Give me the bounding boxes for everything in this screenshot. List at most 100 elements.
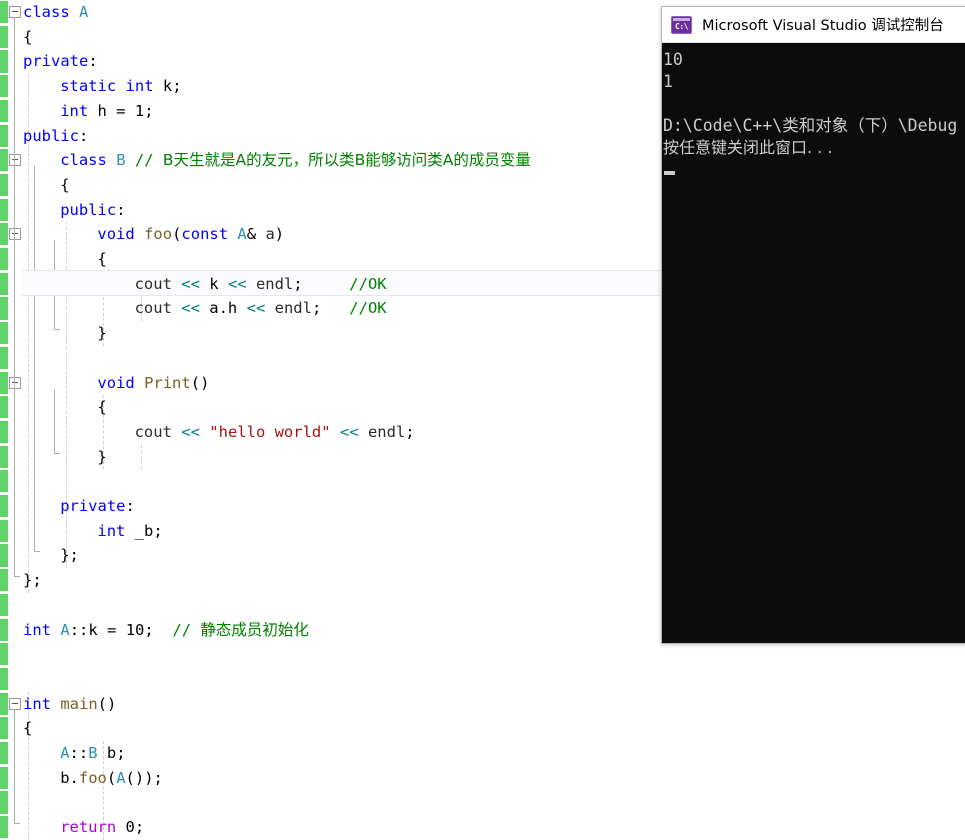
code-line[interactable]: }; xyxy=(23,568,42,593)
code-line[interactable]: void foo(const A& a) xyxy=(97,222,284,247)
code-token-pl: ) xyxy=(274,225,285,244)
code-line[interactable]: int _b; xyxy=(97,519,162,544)
console-title-bar[interactable]: C:\ Microsoft Visual Studio 调试控制台 xyxy=(662,7,965,43)
code-token-pl: () xyxy=(190,373,210,392)
code-line[interactable]: static int k; xyxy=(60,74,181,99)
code-token-pl: ; xyxy=(134,818,145,837)
code-line[interactable]: int h = 1; xyxy=(60,99,153,124)
code-token-fn: main xyxy=(60,694,98,713)
code-token-kw: public xyxy=(60,200,117,219)
console-output-area[interactable]: 10 1 D:\Code\C++\类和对象（下）\Debug 按任意键关闭此窗口. .… xyxy=(662,44,965,643)
code-token-typ: B xyxy=(88,744,98,762)
code-line[interactable]: void Print() xyxy=(97,371,209,396)
code-token-pl: : xyxy=(88,52,98,71)
code-line[interactable]: return 0; xyxy=(60,815,144,840)
code-token-typ: B xyxy=(116,151,126,170)
code-line[interactable]: b.foo(A()); xyxy=(60,766,163,791)
code-token-cmt: //OK xyxy=(349,299,387,318)
code-token-cmt: // xyxy=(172,620,201,639)
code-line[interactable]: cout << a.h << endl; //OK xyxy=(135,296,387,321)
code-line[interactable]: { xyxy=(97,247,106,272)
code-token-pl: ( xyxy=(106,768,117,787)
code-line[interactable]: { xyxy=(23,25,32,50)
code-token-fn: foo xyxy=(78,768,107,787)
code-line[interactable]: public: xyxy=(60,198,125,223)
console-output-line: 10 xyxy=(663,50,683,69)
console-output-line: 1 xyxy=(663,72,673,91)
code-line[interactable]: int main() xyxy=(23,692,116,717)
code-line[interactable]: }; xyxy=(60,543,79,568)
code-token-str: "hello world" xyxy=(209,422,331,441)
code-token-pl: : xyxy=(79,126,89,145)
code-token-pl: { xyxy=(23,719,33,738)
code-line[interactable]: { xyxy=(60,173,69,198)
code-token-kw: void xyxy=(97,373,135,392)
console-output-line: 按任意键关闭此窗口. . . xyxy=(663,138,833,157)
code-token-kw: class xyxy=(60,151,107,170)
code-token-pl: a.h xyxy=(199,299,247,318)
code-token-pl: ; xyxy=(144,620,173,639)
code-token-pl: () xyxy=(97,694,117,713)
code-line[interactable]: } xyxy=(97,321,106,346)
code-line[interactable]: private: xyxy=(23,49,98,74)
code-token-kw: int xyxy=(125,77,154,96)
code-token-pl: ( xyxy=(172,225,182,244)
code-token-op: << xyxy=(227,274,247,293)
code-token-id: endl xyxy=(367,422,406,441)
code-line[interactable]: } xyxy=(97,445,106,470)
code-token-op: << xyxy=(181,422,200,441)
code-token-op: << xyxy=(181,299,200,318)
code-token-typ: A xyxy=(60,744,70,762)
code-line[interactable]: private: xyxy=(60,494,135,519)
code-token-id: a xyxy=(265,225,275,244)
code-token-cmt: //OK xyxy=(349,274,387,293)
code-line[interactable]: cout << k << endl; //OK xyxy=(135,272,387,297)
code-token-id: cout xyxy=(134,274,172,293)
code-line[interactable]: A::B b; xyxy=(60,741,125,766)
code-line[interactable]: { xyxy=(97,395,106,420)
code-line[interactable]: public: xyxy=(23,124,88,149)
code-token-id: endl xyxy=(255,274,294,293)
code-token-pl: :: xyxy=(69,744,89,762)
code-token-pl: { xyxy=(97,250,107,268)
code-token-pl: ; xyxy=(311,299,322,318)
code-token-pl: k xyxy=(199,274,228,293)
code-token-kw: void xyxy=(97,225,135,244)
code-token-pl: ::k = xyxy=(69,620,126,639)
code-line[interactable]: class A xyxy=(23,0,88,25)
console-output-line: D:\Code\C++\类和对象（下）\Debug xyxy=(663,116,958,135)
code-line[interactable]: int A::k = 10; // 静态成员初始化 xyxy=(23,618,309,643)
code-token-kw: private xyxy=(23,52,89,71)
code-token-num: 1 xyxy=(134,101,145,120)
debug-console-window[interactable]: C:\ Microsoft Visual Studio 调试控制台 10 1 D:\… xyxy=(661,6,965,644)
code-token-typ: A xyxy=(60,620,70,639)
code-token-kw: const xyxy=(181,225,229,244)
code-token-fn: foo xyxy=(144,225,173,244)
code-line[interactable]: cout << "hello world" << endl; xyxy=(135,420,415,445)
code-token-kw: int xyxy=(23,694,51,713)
code-line[interactable]: class B // B天生就是A的友元，所以类B能够访问类A的成员变量 xyxy=(60,148,531,173)
code-token-fn: Print xyxy=(144,373,191,392)
console-title-text: Microsoft Visual Studio 调试控制台 xyxy=(702,18,944,34)
code-token-pl: { xyxy=(23,27,33,46)
code-token-id: cout xyxy=(134,422,172,441)
code-token-cmtcjk: 静态成员初始化 xyxy=(200,620,309,639)
code-line[interactable]: { xyxy=(23,716,32,741)
console-window-icon: C:\ xyxy=(671,15,692,34)
code-token-num: 0 xyxy=(125,818,135,837)
code-token-op: << xyxy=(181,274,200,293)
code-token-pl: } xyxy=(97,447,107,466)
code-token-pl: h = xyxy=(88,101,135,120)
code-token-pl: }; xyxy=(60,546,79,565)
